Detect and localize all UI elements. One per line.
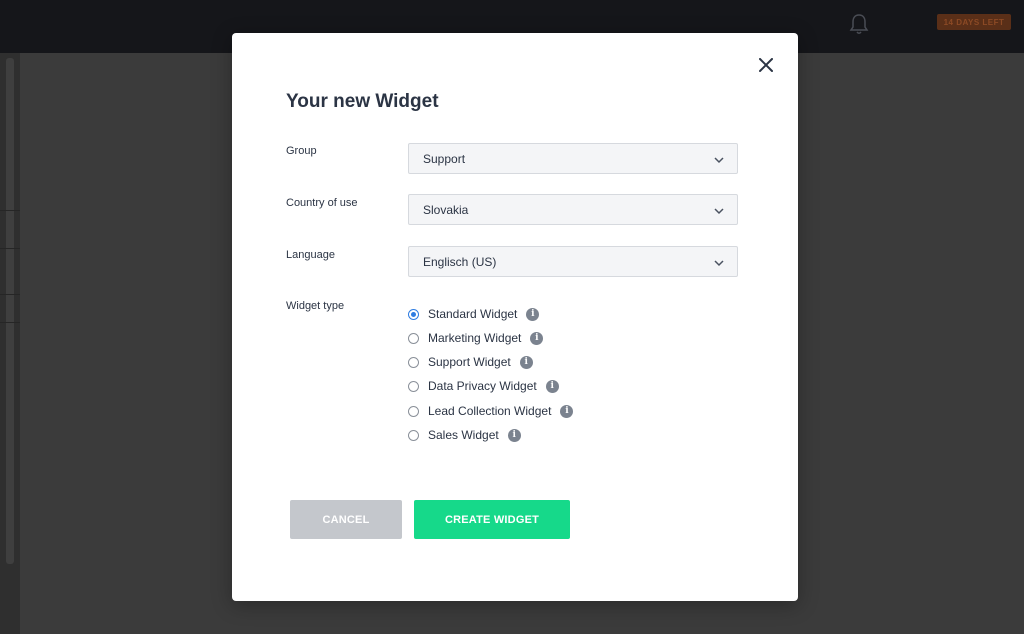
sidebar-divider	[0, 322, 20, 323]
info-icon[interactable]: i	[507, 428, 521, 442]
left-sidebar-scrollbar[interactable]	[6, 58, 14, 564]
radio-button[interactable]	[408, 332, 419, 344]
create-widget-button[interactable]: CREATE WIDGET	[414, 500, 570, 539]
radio-label: Standard Widget	[428, 307, 518, 321]
country-label: Country of use	[286, 197, 358, 209]
radio-data-privacy-widget[interactable]: Data Privacy Widget i	[408, 378, 559, 394]
sidebar-divider	[0, 248, 20, 249]
radio-lead-collection-widget[interactable]: Lead Collection Widget i	[408, 403, 574, 419]
radio-button[interactable]	[408, 429, 419, 441]
info-icon[interactable]: i	[545, 379, 559, 393]
chevron-down-icon	[713, 257, 725, 267]
trial-days-left-badge[interactable]: 14 DAYS LEFT	[937, 14, 1011, 30]
radio-label: Sales Widget	[428, 428, 499, 442]
radio-label: Marketing Widget	[428, 331, 522, 345]
radio-button[interactable]	[408, 380, 419, 392]
widget-type-label: Widget type	[286, 300, 345, 312]
info-icon[interactable]: i	[526, 307, 540, 321]
new-widget-dialog: Your new Widget Group Support Country of…	[232, 33, 798, 601]
group-select[interactable]: Support	[408, 143, 738, 174]
info-icon[interactable]: i	[530, 331, 544, 345]
group-select-value: Support	[423, 151, 466, 166]
info-icon[interactable]: i	[519, 355, 533, 369]
radio-button[interactable]	[408, 356, 419, 368]
close-icon[interactable]	[756, 55, 776, 75]
country-select-value: Slovakia	[423, 202, 469, 217]
language-label: Language	[286, 249, 335, 261]
chevron-down-icon	[713, 205, 725, 215]
sidebar-divider	[0, 294, 20, 295]
radio-sales-widget[interactable]: Sales Widget i	[408, 427, 521, 443]
country-select[interactable]: Slovakia	[408, 194, 738, 225]
info-icon[interactable]: i	[560, 404, 574, 418]
cancel-button[interactable]: CANCEL	[290, 500, 402, 539]
language-select[interactable]: Englisch (US)	[408, 246, 738, 277]
language-select-value: Englisch (US)	[423, 254, 497, 269]
bell-icon[interactable]	[848, 12, 870, 36]
chevron-down-icon	[713, 154, 725, 164]
sidebar-divider	[0, 210, 20, 211]
group-label: Group	[286, 145, 317, 157]
radio-marketing-widget[interactable]: Marketing Widget i	[408, 330, 544, 346]
radio-label: Data Privacy Widget	[428, 379, 537, 393]
dialog-title: Your new Widget	[286, 91, 439, 112]
radio-label: Lead Collection Widget	[428, 404, 552, 418]
radio-label: Support Widget	[428, 355, 511, 369]
radio-standard-widget[interactable]: Standard Widget i	[408, 306, 540, 322]
radio-support-widget[interactable]: Support Widget i	[408, 354, 533, 370]
radio-button[interactable]	[408, 405, 419, 417]
radio-button[interactable]	[408, 308, 419, 320]
